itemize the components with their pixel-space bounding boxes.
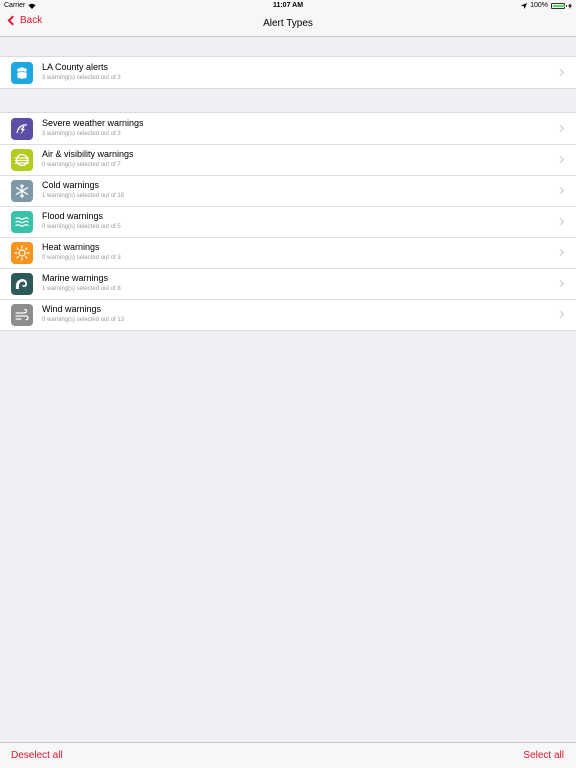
list-item[interactable]: Cold warnings 1 warning(s) selected out o…: [0, 175, 576, 206]
list-item-text: Heat warnings 0 warning(s) selected out o…: [42, 242, 558, 263]
list-item-text: Cold warnings 1 warning(s) selected out o…: [42, 180, 558, 201]
list-item-subtitle: 1 warning(s) selected out of 8: [42, 286, 121, 292]
list-item-title: Wind warnings: [42, 304, 102, 314]
charging-bolt-icon: [568, 2, 572, 9]
list-item-title: Heat warnings: [42, 242, 100, 252]
list-item-text: Wind warnings 0 warning(s) selected out o…: [42, 304, 558, 325]
chevron-right-icon: [556, 186, 565, 195]
status-bar: Carrier 11:07 AM 100%: [0, 0, 576, 12]
la-county-group: LA County alerts 3 warning(s) selected ou…: [0, 56, 576, 89]
chevron-right-icon: [556, 279, 565, 288]
sun-icon: [11, 241, 33, 264]
list-item-subtitle: 3 warning(s) selected out of 3: [42, 131, 121, 137]
list-item-title: Air & visibility warnings: [42, 149, 134, 159]
list-item-subtitle: 0 warning(s) selected out of 3: [42, 255, 121, 261]
list-item-subtitle: 0 warning(s) selected out of 7: [42, 162, 121, 168]
lightning-icon: [11, 117, 33, 140]
chevron-right-icon: [556, 248, 565, 257]
list-item-text: Marine warnings 1 warning(s) selected out…: [42, 273, 558, 294]
page-title: Alert Types: [263, 18, 313, 29]
battery-percent: 100%: [530, 2, 548, 9]
list-item-subtitle: 3 warning(s) selected out of 3: [42, 75, 121, 81]
list-item[interactable]: Wind warnings 0 warning(s) selected out o…: [0, 299, 576, 330]
list-item-title: Flood warnings: [42, 211, 104, 221]
deselect-all-button[interactable]: Deselect all: [11, 750, 63, 761]
chevron-right-icon: [556, 124, 565, 133]
list-item-title: Marine warnings: [42, 273, 109, 283]
bottom-toolbar: Deselect all Select all: [0, 742, 576, 768]
list-item-text: Severe weather warnings 3 warning(s) sele…: [42, 118, 558, 139]
chevron-right-icon: [556, 310, 565, 319]
status-right: 100%: [521, 2, 572, 9]
list-item-subtitle: 1 warning(s) selected out of 18: [42, 193, 125, 199]
waves-icon: [11, 210, 33, 233]
list-item[interactable]: Heat warnings 0 warning(s) selected out o…: [0, 237, 576, 268]
warning-types-group: Severe weather warnings 3 warning(s) sele…: [0, 112, 576, 331]
navigation-bar: Back Alert Types: [0, 12, 576, 37]
chevron-right-icon: [556, 155, 565, 164]
list-item-text: LA County alerts 3 warning(s) selected ou…: [42, 62, 558, 83]
list-item[interactable]: Air & visibility warnings 0 warning(s) se…: [0, 144, 576, 175]
list-item-title: LA County alerts: [42, 62, 109, 72]
list-item[interactable]: LA County alerts 3 warning(s) selected ou…: [0, 57, 576, 88]
status-time: 11:07 AM: [272, 2, 304, 9]
list-item[interactable]: Flood warnings 0 warning(s) selected out …: [0, 206, 576, 237]
wave-icon: [11, 272, 33, 295]
wind-icon: [11, 303, 33, 326]
chevron-right-icon: [556, 68, 565, 77]
list-item-subtitle: 0 warning(s) selected out of 13: [42, 317, 125, 323]
chevron-right-icon: [556, 217, 565, 226]
list-item[interactable]: Marine warnings 1 warning(s) selected out…: [0, 268, 576, 299]
haze-icon: [11, 148, 33, 171]
list-item-text: Flood warnings 0 warning(s) selected out …: [42, 211, 558, 232]
list-item-text: Air & visibility warnings 0 warning(s) se…: [42, 149, 558, 170]
people-icon: [11, 61, 33, 84]
list-item-subtitle: 0 warning(s) selected out of 5: [42, 224, 121, 230]
list-item-title: Severe weather warnings: [42, 118, 144, 128]
list-item[interactable]: Severe weather warnings 3 warning(s) sele…: [0, 113, 576, 144]
battery-icon: [551, 2, 567, 9]
snowflake-icon: [11, 179, 33, 202]
location-arrow-icon: [521, 2, 528, 9]
select-all-button[interactable]: Select all: [523, 750, 564, 761]
list-item-title: Cold warnings: [42, 180, 100, 190]
